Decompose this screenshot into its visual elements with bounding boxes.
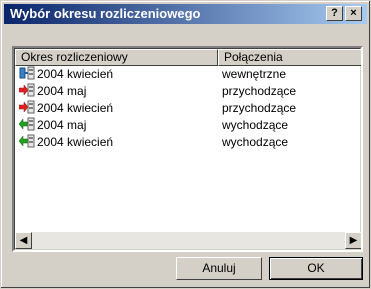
list-item[interactable]: 2004 kwiecień przychodzące	[15, 100, 360, 117]
outgoing-calls-icon	[19, 117, 35, 131]
period-label: 2004 kwiecień	[37, 135, 114, 149]
horizontal-scrollbar[interactable]: ◀ ▶	[15, 232, 361, 249]
calls-type-label: przychodzące	[222, 101, 297, 115]
title-bar[interactable]: Wybór okresu rozliczeniowego ? ×	[4, 4, 367, 24]
list-item[interactable]: 2004 maj przychodzące	[15, 83, 360, 100]
calls-type-label: wychodzące	[222, 135, 289, 149]
calls-type-label: wychodzące	[222, 118, 289, 132]
column-header-period[interactable]: Okres rozliczeniowy	[15, 49, 218, 66]
list-item[interactable]: 2004 kwiecień wychodzące	[15, 134, 360, 151]
dialog-window: Wybór okresu rozliczeniowego ? × Okres r…	[0, 0, 371, 289]
billing-period-list[interactable]: Okres rozliczeniowy Połączenia 2004 kwie…	[12, 46, 363, 252]
internal-calls-icon	[19, 66, 35, 80]
column-header-calls[interactable]: Połączenia	[218, 49, 361, 66]
help-button[interactable]: ?	[326, 6, 343, 21]
incoming-calls-icon	[19, 100, 35, 114]
list-item[interactable]: 2004 kwiecień wewnętrzne	[15, 66, 360, 83]
close-button[interactable]: ×	[345, 6, 362, 21]
list-rows: 2004 kwiecień wewnętrzne 2004 maj przych…	[15, 66, 360, 151]
list-header: Okres rozliczeniowy Połączenia	[15, 49, 361, 66]
calls-type-label: wewnętrzne	[222, 67, 287, 81]
incoming-calls-icon	[19, 83, 35, 97]
cancel-button[interactable]: Anuluj	[176, 257, 262, 280]
list-item[interactable]: 2004 maj wychodzące	[15, 117, 360, 134]
ok-button[interactable]: OK	[269, 257, 363, 280]
period-label: 2004 kwiecień	[37, 101, 114, 115]
outgoing-calls-icon	[19, 134, 35, 148]
calls-type-label: przychodzące	[222, 84, 297, 98]
dialog-title: Wybór okresu rozliczeniowego	[10, 6, 201, 21]
scroll-right-icon[interactable]: ▶	[345, 232, 361, 249]
period-label: 2004 maj	[37, 84, 87, 98]
period-label: 2004 kwiecień	[37, 67, 114, 81]
scroll-left-icon[interactable]: ◀	[15, 232, 32, 249]
period-label: 2004 maj	[37, 118, 87, 132]
